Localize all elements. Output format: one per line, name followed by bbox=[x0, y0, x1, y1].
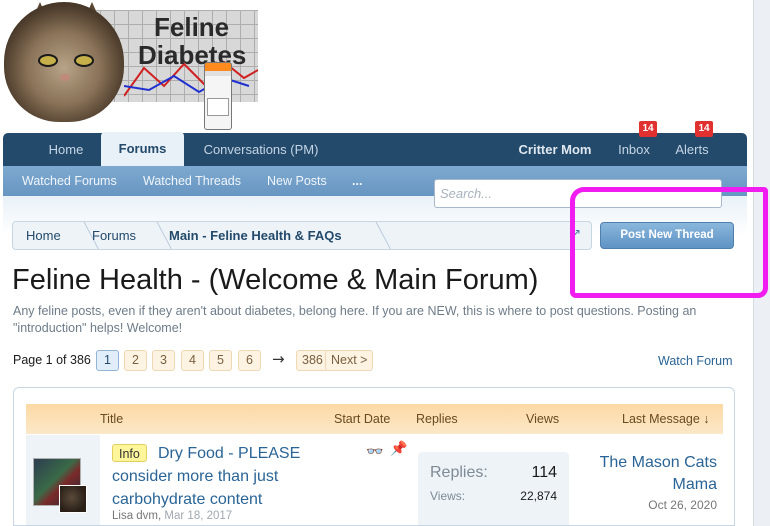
inbox-link[interactable]: Inbox bbox=[609, 133, 659, 166]
next-page-button[interactable]: Next > bbox=[325, 350, 374, 371]
alerts-link[interactable]: Alerts bbox=[665, 133, 719, 166]
tab-home[interactable]: Home bbox=[33, 133, 99, 166]
thread-meta: Lisa dvm, Mar 18, 2017 bbox=[112, 510, 233, 522]
last-poster-avatar[interactable] bbox=[59, 485, 87, 513]
watch-forum-link[interactable]: Watch Forum bbox=[658, 354, 733, 368]
breadcrumb-forums[interactable]: Forums bbox=[92, 222, 136, 249]
main-nav: Home Forums Conversations (PM) Critter M… bbox=[3, 121, 747, 166]
thread-start-date[interactable]: Mar 18, 2017 bbox=[164, 510, 232, 522]
breadcrumb-home[interactable]: Home bbox=[26, 222, 61, 249]
breadcrumb-current-forum[interactable]: Main - Feline Health & FAQs bbox=[169, 222, 342, 249]
replies-count: 114 bbox=[531, 464, 557, 481]
annotation-highlight bbox=[570, 187, 768, 298]
logo-cat-eye bbox=[74, 54, 94, 67]
replies-label: Replies: bbox=[430, 464, 488, 481]
new-posts-link[interactable]: New Posts bbox=[267, 166, 327, 196]
watched-forums-link[interactable]: Watched Forums bbox=[22, 166, 117, 196]
sort-replies[interactable]: Replies bbox=[416, 404, 458, 434]
sort-start-date[interactable]: Start Date bbox=[334, 404, 390, 434]
sort-views[interactable]: Views bbox=[526, 404, 559, 434]
logo-cat-icon bbox=[4, 2, 124, 122]
glasses-icon: 👓 bbox=[366, 444, 384, 460]
page-link-1[interactable]: 1 bbox=[96, 350, 119, 371]
last-message-user-link[interactable]: The Mason Cats Mama bbox=[582, 452, 717, 496]
thread-author-link[interactable]: Lisa dvm bbox=[112, 510, 158, 522]
page-count-label: Page 1 of 386 bbox=[13, 353, 91, 367]
pin-icon: 📌 bbox=[390, 441, 408, 457]
site-logo[interactable]: Feline Diabetes bbox=[4, 2, 260, 132]
views-label: Views: bbox=[430, 489, 466, 503]
thread-avatar-cell bbox=[26, 435, 100, 525]
page-link-3[interactable]: 3 bbox=[152, 350, 175, 371]
more-menu[interactable]: ... bbox=[352, 166, 362, 196]
tab-conversations[interactable]: Conversations (PM) bbox=[196, 133, 326, 166]
page-title: Feline Health - (Welcome & Main Forum) bbox=[12, 264, 539, 296]
logo-text-feline: Feline bbox=[154, 12, 230, 42]
thread-prefix-badge[interactable]: Info bbox=[112, 444, 147, 462]
tab-forums[interactable]: Forums bbox=[101, 132, 184, 166]
breadcrumb-separator bbox=[348, 222, 394, 249]
page-link-2[interactable]: 2 bbox=[124, 350, 147, 371]
breadcrumb-separator bbox=[129, 222, 175, 249]
breadcrumb: Home Forums Main - Feline Health & FAQs bbox=[12, 221, 592, 250]
page-skip-arrow-icon: → bbox=[272, 350, 285, 368]
logo-cat-nose bbox=[60, 74, 70, 81]
user-menu[interactable]: Critter Mom bbox=[507, 133, 603, 166]
thread-list: Title Start Date Replies Views Last Mess… bbox=[13, 387, 735, 526]
page-link-5[interactable]: 5 bbox=[209, 350, 232, 371]
thread-row: Dry Food - PLEASE consider more than jus… bbox=[26, 435, 723, 525]
logo-cat-eye bbox=[38, 54, 58, 67]
page-link-4[interactable]: 4 bbox=[181, 350, 204, 371]
logo-insulin-vial-icon bbox=[204, 62, 232, 130]
thread-stats: Replies: 114 Views: 22,874 bbox=[418, 452, 569, 525]
inbox-count-badge: 14 bbox=[639, 121, 657, 137]
views-count: 22,874 bbox=[520, 489, 557, 503]
watched-threads-link[interactable]: Watched Threads bbox=[143, 166, 241, 196]
logo-vial-label bbox=[207, 98, 229, 116]
sort-title[interactable]: Title bbox=[100, 404, 123, 434]
page-link-6[interactable]: 6 bbox=[238, 350, 261, 371]
forum-description: Any feline posts, even if they aren't ab… bbox=[13, 304, 697, 335]
alerts-count-badge: 14 bbox=[695, 121, 713, 137]
thread-list-header: Title Start Date Replies Views Last Mess… bbox=[26, 404, 723, 434]
page-link-last[interactable]: 386 bbox=[296, 350, 329, 371]
last-message-date[interactable]: Oct 26, 2020 bbox=[582, 498, 717, 512]
sort-last-message[interactable]: Last Message ↓ bbox=[622, 404, 710, 434]
